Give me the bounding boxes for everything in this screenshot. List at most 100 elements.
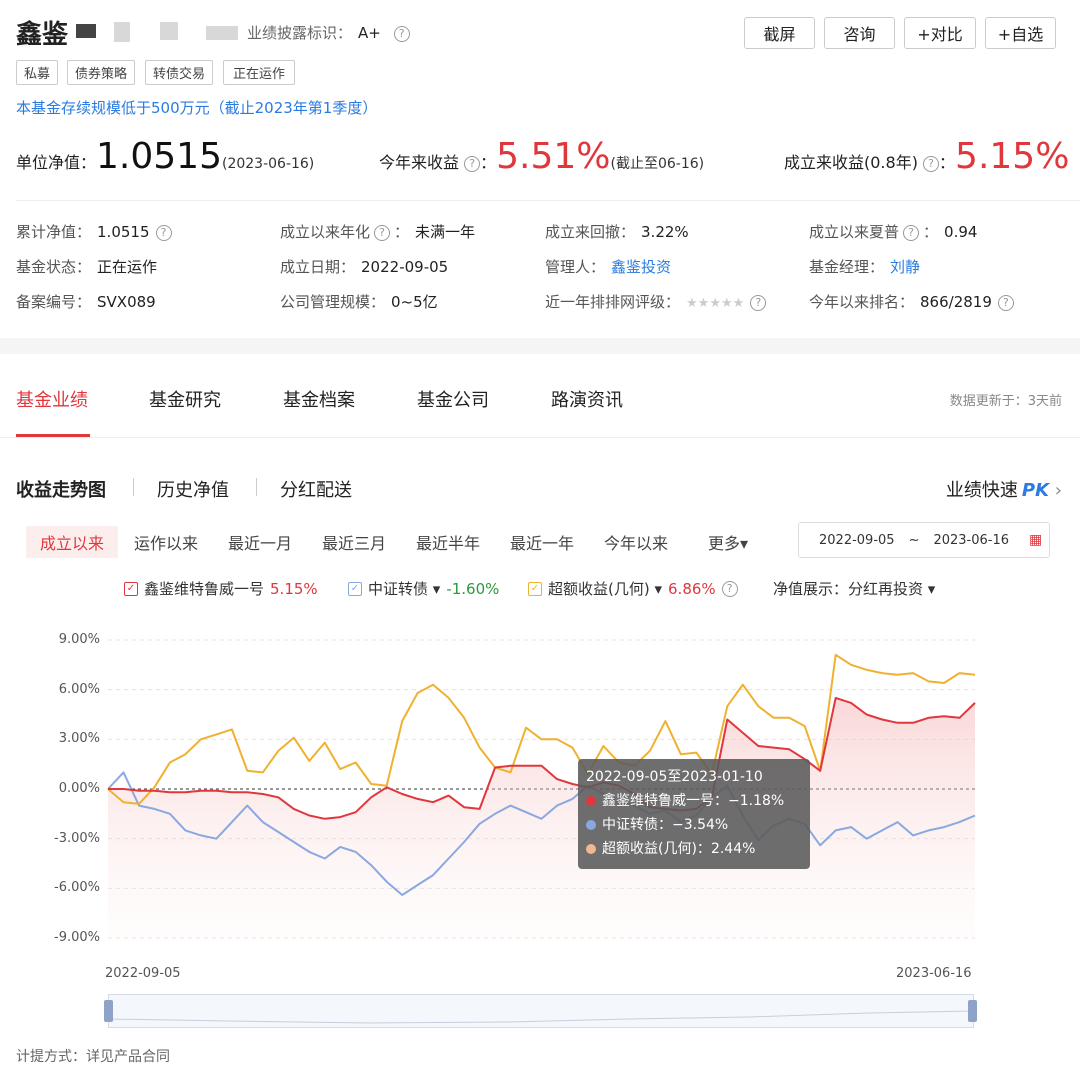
ytd-note: (截止至06-16)	[610, 156, 705, 172]
date-range-picker[interactable]: 2022-09-05 ~ 2023-06-16 ▦	[798, 522, 1050, 558]
x-tick-end: 2023-06-16	[896, 966, 972, 981]
range-ytd[interactable]: 今年以来	[604, 530, 668, 554]
fund-name: 鑫鉴	[16, 20, 69, 50]
tag-private: 私募	[16, 60, 58, 85]
quick-pk-link[interactable]: 业绩快速 PK ›	[946, 476, 1062, 502]
range-1y[interactable]: 最近一年	[510, 530, 574, 554]
ytd-metric: 今年来收益 ? ：5.51%(截止至06-16)	[379, 136, 705, 177]
chart-plot-area	[107, 653, 976, 938]
subtab-return-trend[interactable]: 收益走势图	[16, 476, 106, 502]
zoom-navigator[interactable]	[108, 994, 974, 1028]
range-since-inception[interactable]: 成立以来	[26, 526, 119, 558]
legend-name: 超额收益(几何) ▾	[548, 580, 663, 598]
detail-value: SVX089	[97, 293, 156, 311]
divider	[16, 200, 1080, 201]
checkbox-icon[interactable]: ✓	[348, 581, 362, 596]
consult-button[interactable]: 咨询	[824, 17, 895, 49]
tab-profile[interactable]: 基金档案	[283, 386, 355, 412]
detail-value: 未满一年	[415, 223, 476, 241]
detail-item: 成立以来夏普?： 0.94	[809, 223, 978, 241]
screenshot-button[interactable]: 截屏	[744, 17, 815, 49]
detail-item: 基金经理： 刘静	[809, 256, 920, 277]
size-notice: 本基金存续规模低于500万元（截止2023年第1季度）	[16, 99, 378, 117]
navigator-right-handle[interactable]	[968, 1000, 977, 1022]
range-more-dropdown[interactable]: 更多▾	[708, 530, 748, 554]
series-dot-icon	[586, 796, 596, 806]
nav-date: (2023-06-16)	[221, 156, 315, 172]
tab-research[interactable]: 基金研究	[149, 386, 221, 412]
help-icon[interactable]: ?	[374, 224, 391, 241]
tooltip-title: 2022-09-05至2023-01-10	[586, 769, 763, 785]
calendar-icon[interactable]: ▦	[1029, 532, 1042, 548]
date-separator: ~	[908, 532, 920, 548]
x-tick-start: 2022-09-05	[105, 966, 181, 981]
help-icon[interactable]: ?	[997, 294, 1014, 311]
detail-label: 公司管理规模：	[280, 293, 386, 311]
tag-convertible: 转债交易	[145, 60, 213, 85]
subtab-dividends[interactable]: 分红配送	[280, 476, 352, 502]
compare-button[interactable]: +对比	[904, 17, 976, 49]
tab-roadshow[interactable]: 路演资讯	[551, 386, 623, 412]
tooltip-row: 中证转债：−3.54%	[586, 813, 802, 837]
help-icon[interactable]: ?	[155, 224, 172, 241]
divider	[0, 437, 1080, 438]
nav-label: 单位净值：	[16, 153, 97, 172]
range-3m[interactable]: 最近三月	[322, 530, 386, 554]
update-status: 数据更新于：3天前	[949, 394, 1062, 409]
nav-display-select[interactable]: 净值展示：分红再投资 ▾	[773, 578, 935, 599]
legend-value: 6.86%	[668, 579, 716, 598]
detail-value[interactable]: 鑫鉴投资	[611, 258, 671, 276]
separator	[256, 478, 257, 496]
help-icon[interactable]: ?	[923, 155, 940, 172]
ytd-value: 5.51%	[496, 136, 611, 177]
detail-item: 今年以来排名： 866/2819?	[809, 291, 1014, 312]
range-1m[interactable]: 最近一月	[228, 530, 292, 554]
range-since-operation[interactable]: 运作以来	[134, 530, 198, 554]
navigator-left-handle[interactable]	[104, 1000, 113, 1022]
detail-item: 备案编号： SVX089	[16, 291, 156, 312]
detail-label: 基金经理：	[809, 258, 885, 276]
nav-metric: 单位净值：1.0515(2023-06-16)	[16, 136, 314, 177]
detail-value: 0~5亿	[391, 293, 438, 311]
tab-company[interactable]: 基金公司	[417, 386, 489, 412]
chevron-right-icon: ›	[1054, 480, 1062, 501]
detail-value: 1.0515	[97, 223, 150, 241]
help-icon[interactable]: ?	[464, 155, 481, 172]
fee-method: 计提方式：详见产品合同	[16, 1049, 170, 1065]
performance-chart[interactable]	[0, 624, 1080, 954]
ytd-label: 今年来收益	[379, 153, 460, 172]
legend-value: 5.15%	[270, 579, 318, 598]
detail-label: 累计净值：	[16, 223, 92, 241]
detail-value[interactable]: 刘静	[890, 258, 920, 276]
detail-label: 基金状态：	[16, 258, 92, 276]
help-icon[interactable]: ?	[750, 294, 767, 311]
date-end: 2023-06-16	[933, 532, 1010, 548]
legend-item[interactable]: ✓ 中证转债 ▾ -1.60%	[348, 578, 499, 599]
checkbox-icon[interactable]: ✓	[528, 581, 542, 596]
detail-item: 成立以来年化?：未满一年	[280, 223, 476, 241]
detail-item: 基金状态： 正在运作	[16, 256, 157, 277]
performance-card: 基金业绩 基金研究 基金档案 基金公司 路演资讯 数据更新于：3天前 收益走势图…	[0, 354, 1080, 1075]
checkbox-icon[interactable]: ✓	[124, 581, 138, 596]
detail-item: 成立日期： 2022-09-05	[280, 256, 448, 277]
detail-label: 管理人：	[545, 258, 606, 276]
watchlist-button[interactable]: +自选	[985, 17, 1056, 49]
separator	[133, 478, 134, 496]
detail-item: 累计净值： 1.0515?	[16, 221, 172, 242]
tab-performance[interactable]: 基金业绩	[16, 386, 88, 412]
since-value: 5.15%	[955, 136, 1070, 177]
detail-label: 成立日期：	[280, 258, 356, 276]
range-6m[interactable]: 最近半年	[416, 530, 480, 554]
legend-name: 鑫鉴维特鲁威一号	[144, 580, 265, 598]
help-icon[interactable]: ?	[903, 224, 920, 241]
tag-bond-strategy: 债券策略	[67, 60, 135, 85]
pk-label: 业绩快速	[945, 480, 1018, 501]
detail-value: 2022-09-05	[361, 258, 449, 276]
legend-item[interactable]: ✓ 超额收益(几何) ▾ 6.86%?	[528, 578, 738, 599]
redacted-text	[76, 24, 96, 38]
subtab-history-nav[interactable]: 历史净值	[157, 476, 229, 502]
legend-item[interactable]: ✓ 鑫鉴维特鲁威一号 5.15%	[124, 578, 318, 599]
help-icon[interactable]: ?	[393, 25, 410, 42]
help-icon[interactable]: ?	[721, 580, 738, 597]
detail-item: 近一年排排网评级： ★★★★★?	[545, 291, 767, 312]
